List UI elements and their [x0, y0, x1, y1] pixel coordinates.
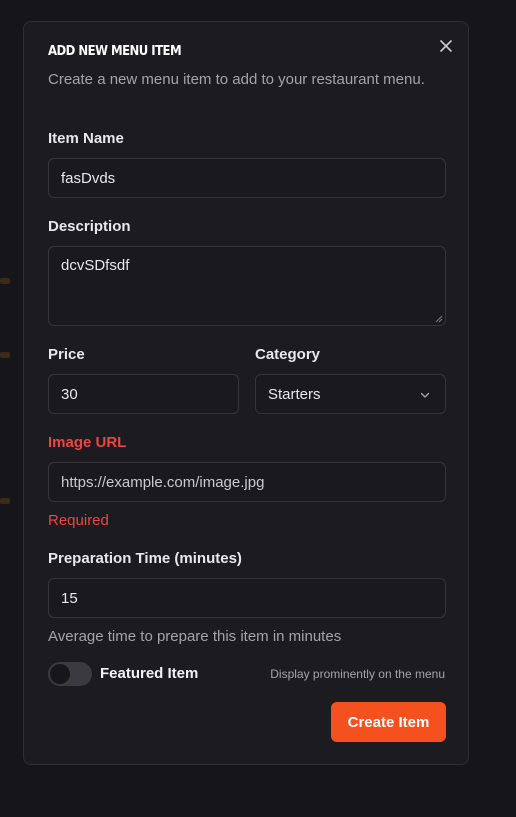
image-url-input[interactable]: https://example.com/image.jpg	[48, 462, 446, 502]
background-decoration	[0, 278, 10, 284]
prep-time-value: 15	[61, 589, 78, 607]
price-value: 30	[61, 385, 78, 403]
background-decoration	[0, 498, 10, 504]
resize-handle-icon[interactable]	[435, 315, 443, 323]
prep-time-helper: Average time to prepare this item in min…	[48, 628, 342, 645]
price-label: Price	[48, 346, 85, 363]
close-icon	[440, 40, 452, 52]
price-input[interactable]: 30	[48, 374, 239, 414]
featured-toggle[interactable]	[48, 662, 92, 686]
image-url-label: Image URL	[48, 434, 127, 451]
item-name-input[interactable]: fasDvds	[48, 158, 446, 198]
description-label: Description	[48, 218, 131, 235]
featured-label: Featured Item	[100, 665, 199, 682]
category-select[interactable]: Starters	[255, 374, 446, 414]
prep-time-label: Preparation Time (minutes)	[48, 550, 242, 567]
description-textarea[interactable]: dcvSDfsdf	[48, 246, 446, 326]
background-decoration	[0, 352, 10, 358]
toggle-knob	[50, 664, 70, 684]
category-label: Category	[255, 346, 321, 363]
item-name-label: Item Name	[48, 130, 124, 147]
category-value: Starters	[268, 385, 321, 403]
item-name-value: fasDvds	[61, 169, 116, 187]
add-menu-item-dialog: Add New Menu Item Create a new menu item…	[23, 21, 469, 765]
description-value: dcvSDfsdf	[61, 257, 130, 274]
image-url-error: Required	[48, 512, 109, 529]
image-url-placeholder: https://example.com/image.jpg	[61, 473, 265, 491]
dialog-subtitle: Create a new menu item to add to your re…	[48, 71, 425, 88]
chevron-down-icon	[420, 392, 430, 398]
prep-time-input[interactable]: 15	[48, 578, 446, 618]
create-item-button[interactable]: Create Item	[331, 702, 446, 742]
close-button[interactable]	[436, 36, 456, 56]
featured-hint: Display prominently on the menu	[270, 667, 445, 681]
dialog-title: Add New Menu Item	[48, 44, 182, 59]
